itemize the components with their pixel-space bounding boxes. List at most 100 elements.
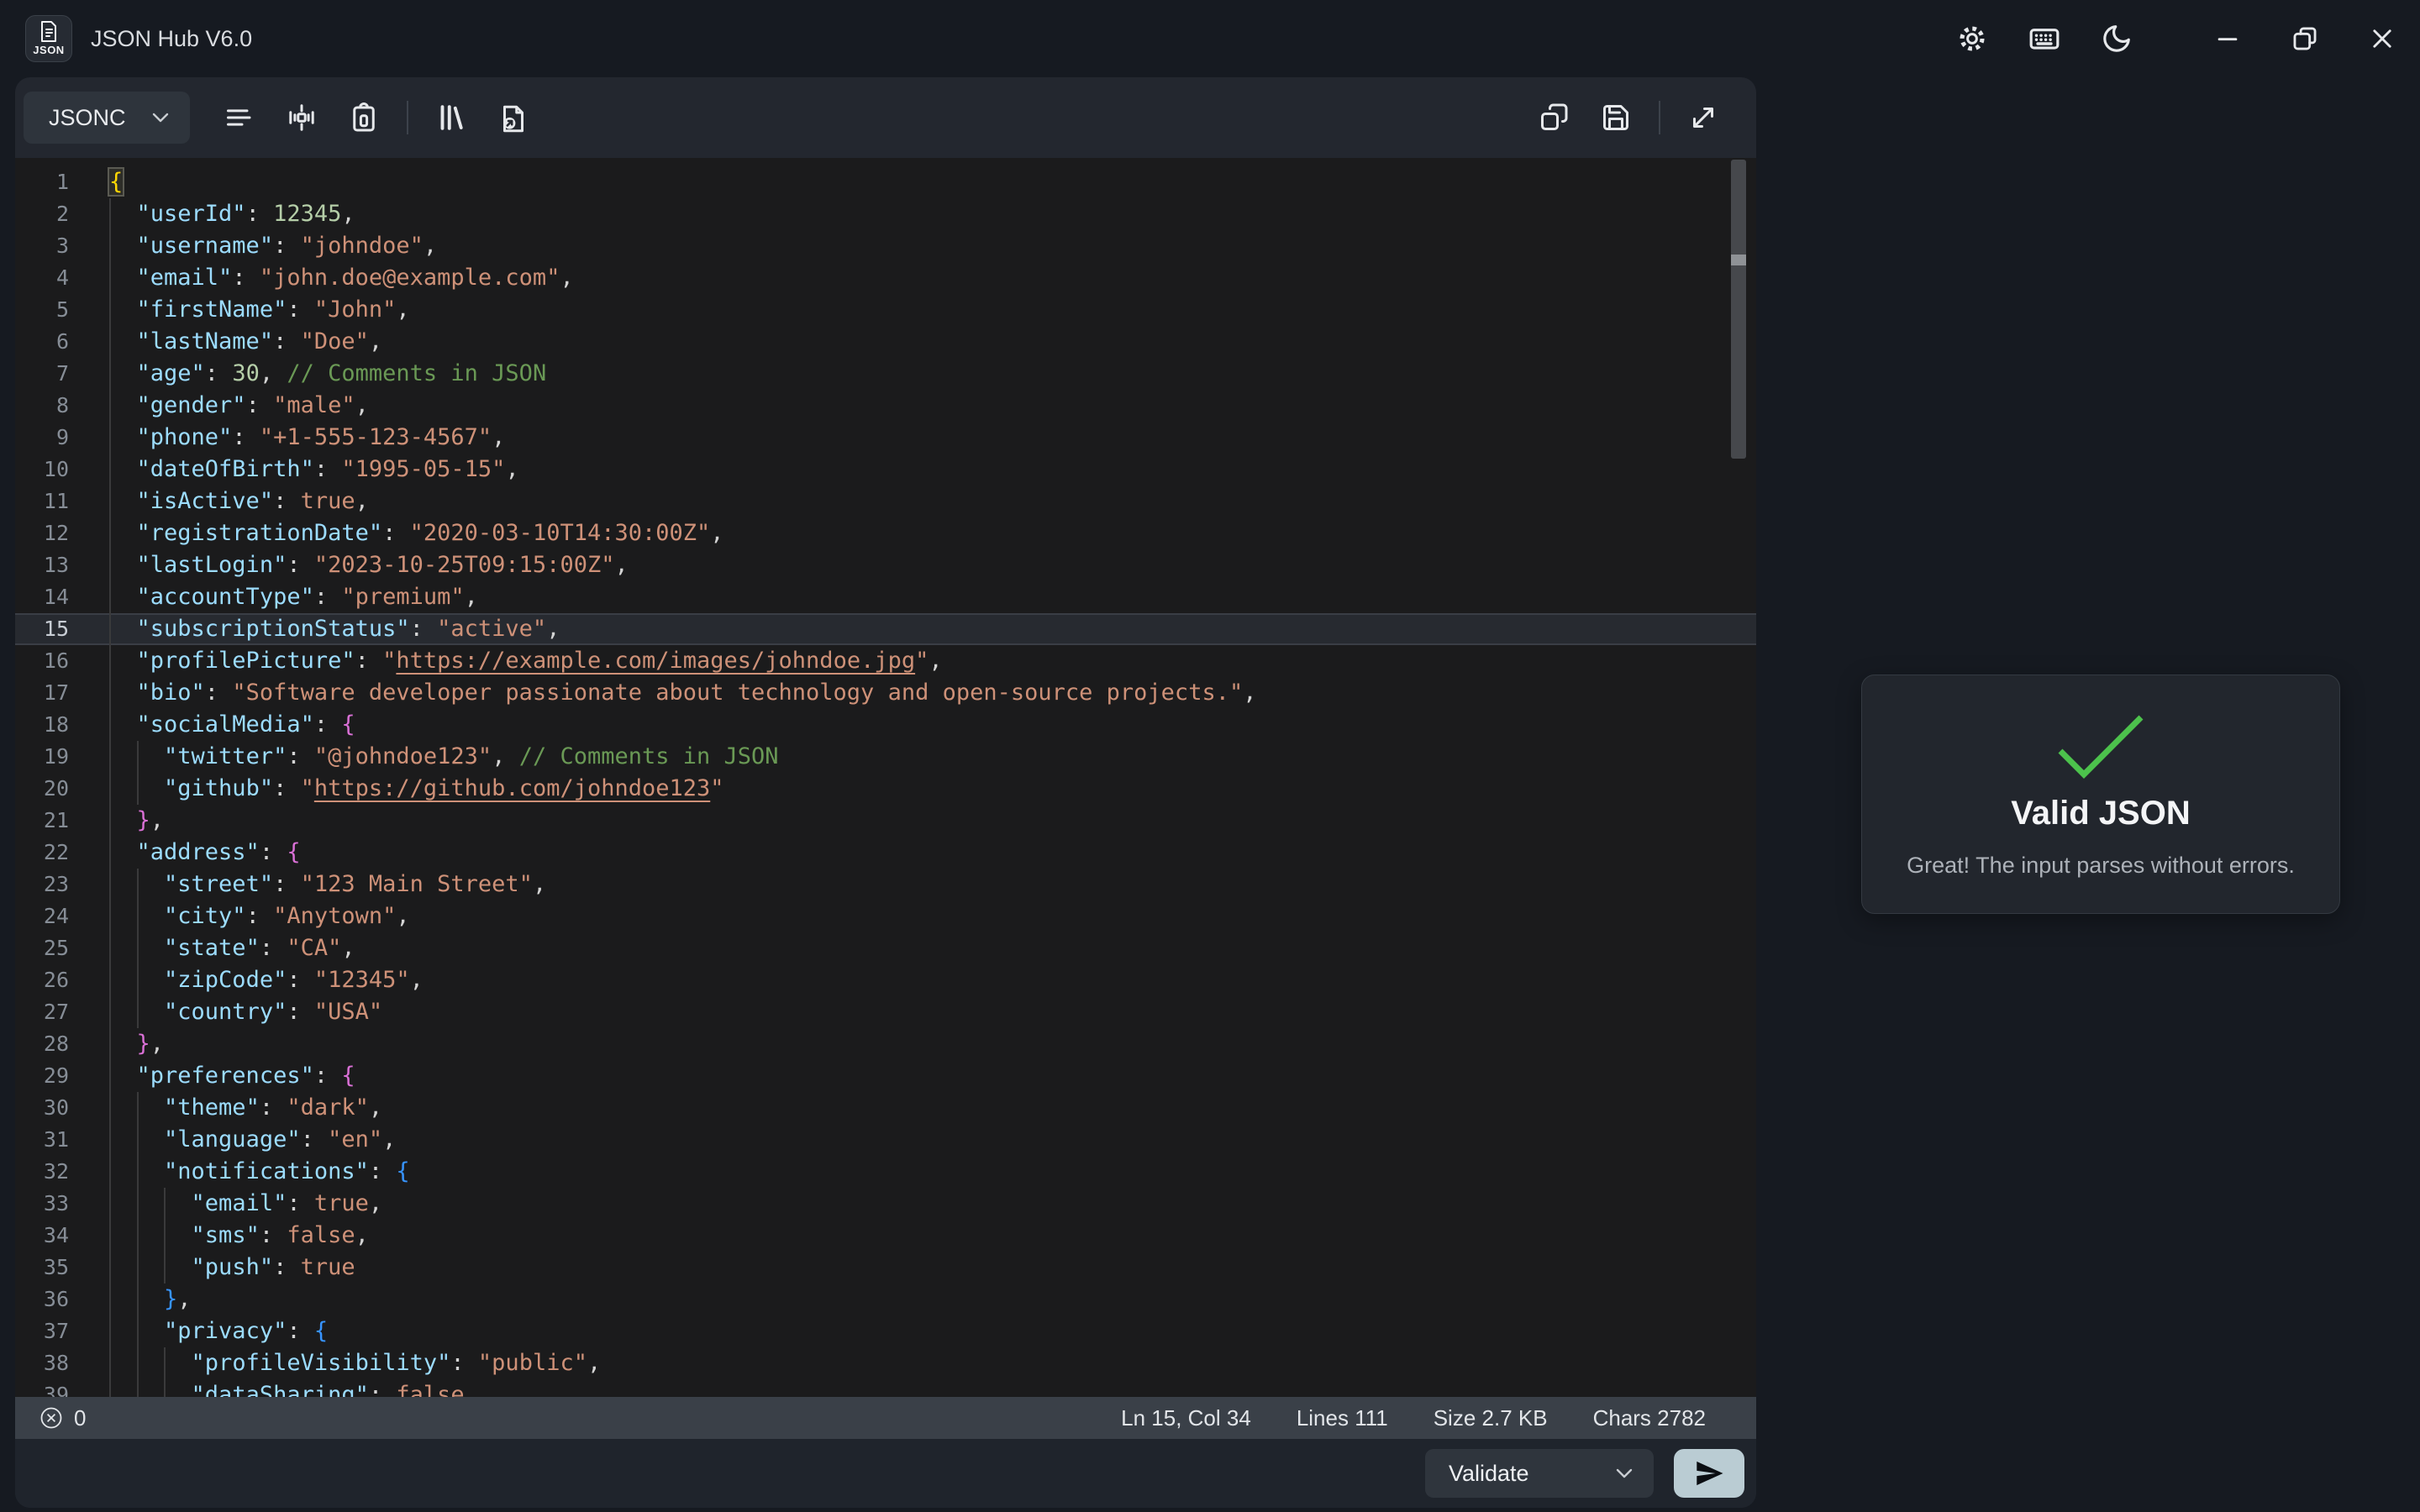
line-number: 9 (15, 422, 87, 454)
line-number: 18 (15, 709, 87, 741)
theme-toggle-button[interactable] (2092, 14, 2141, 63)
scrollbar-thumb[interactable] (1731, 160, 1746, 459)
code-line[interactable]: 2 "userId": 12345, (15, 198, 1756, 230)
line-content: }, (87, 1284, 192, 1315)
code-line[interactable]: 23 "street": "123 Main Street", (15, 869, 1756, 900)
code-line[interactable]: 14 "accountType": "premium", (15, 581, 1756, 613)
code-line[interactable]: 36 }, (15, 1284, 1756, 1315)
line-content: "push": true (87, 1252, 355, 1284)
close-button[interactable] (2358, 14, 2407, 63)
line-number: 11 (15, 486, 87, 517)
run-action-button[interactable] (1674, 1449, 1744, 1498)
indent-guide (109, 741, 111, 773)
code-line[interactable]: 21 }, (15, 805, 1756, 837)
indent-guide (109, 1252, 111, 1284)
line-number: 24 (15, 900, 87, 932)
expand-icon (1688, 102, 1718, 133)
code-line[interactable]: 35 "push": true (15, 1252, 1756, 1284)
save-button[interactable] (1591, 93, 1640, 142)
code-line[interactable]: 1{ (15, 166, 1756, 198)
line-number: 4 (15, 262, 87, 294)
line-number: 16 (15, 645, 87, 677)
code-line[interactable]: 27 "country": "USA" (15, 996, 1756, 1028)
code-line[interactable]: 37 "privacy": { (15, 1315, 1756, 1347)
export-file-button[interactable] (489, 93, 538, 142)
code-line[interactable]: 29 "preferences": { (15, 1060, 1756, 1092)
indent-guide (109, 581, 111, 613)
library-columns-icon (436, 102, 466, 133)
toolbar-separator (1659, 101, 1660, 134)
code-line[interactable]: 7 "age": 30, // Comments in JSON (15, 358, 1756, 390)
keyboard-button[interactable] (2020, 14, 2069, 63)
copy-button[interactable] (1529, 93, 1578, 142)
code-line[interactable]: 28 }, (15, 1028, 1756, 1060)
indent-guide (109, 1028, 111, 1060)
indent-guide (164, 1252, 166, 1284)
action-select[interactable]: Validate (1425, 1449, 1654, 1498)
maximize-button[interactable] (2281, 14, 2329, 63)
code-line[interactable]: 19 "twitter": "@johndoe123", // Comments… (15, 741, 1756, 773)
expand-button[interactable] (1679, 93, 1728, 142)
code-line[interactable]: 34 "sms": false, (15, 1220, 1756, 1252)
minimize-button[interactable] (2203, 14, 2252, 63)
code-line[interactable]: 31 "language": "en", (15, 1124, 1756, 1156)
line-content: "preferences": { (87, 1060, 355, 1092)
settings-button[interactable] (1948, 14, 1996, 63)
code-line[interactable]: 8 "gender": "male", (15, 390, 1756, 422)
code-editor[interactable]: 1{2 "userId": 12345,3 "username": "johnd… (15, 158, 1756, 1439)
code-line[interactable]: 20 "github": "https://github.com/johndoe… (15, 773, 1756, 805)
code-line[interactable]: 13 "lastLogin": "2023-10-25T09:15:00Z", (15, 549, 1756, 581)
line-content: "twitter": "@johndoe123", // Comments in… (87, 741, 779, 773)
line-number: 28 (15, 1028, 87, 1060)
format-button[interactable] (215, 93, 264, 142)
code-line[interactable]: 32 "notifications": { (15, 1156, 1756, 1188)
library-button[interactable] (427, 93, 476, 142)
code-line[interactable]: 30 "theme": "dark", (15, 1092, 1756, 1124)
code-line[interactable]: 3 "username": "johndoe", (15, 230, 1756, 262)
indent-guide (109, 326, 111, 358)
code-line[interactable]: 26 "zipCode": "12345", (15, 964, 1756, 996)
code-line[interactable]: 18 "socialMedia": { (15, 709, 1756, 741)
minimize-icon (2213, 24, 2242, 53)
export-file-icon (498, 102, 529, 133)
code-line[interactable]: 33 "email": true, (15, 1188, 1756, 1220)
indent-guide (109, 869, 111, 900)
line-content: "dataSharing": false (87, 1379, 465, 1397)
code-line[interactable]: 17 "bio": "Software developer passionate… (15, 677, 1756, 709)
code-line[interactable]: 38 "profileVisibility": "public", (15, 1347, 1756, 1379)
line-content: "accountType": "premium", (87, 581, 478, 613)
code-line[interactable]: 6 "lastName": "Doe", (15, 326, 1756, 358)
indent-guide (109, 198, 111, 230)
line-number: 20 (15, 773, 87, 805)
code-line[interactable]: 39 "dataSharing": false (15, 1379, 1756, 1397)
code-line[interactable]: 10 "dateOfBirth": "1995-05-15", (15, 454, 1756, 486)
code-line[interactable]: 11 "isActive": true, (15, 486, 1756, 517)
line-content: "phone": "+1-555-123-4567", (87, 422, 505, 454)
indent-guide (109, 613, 111, 645)
code-area[interactable]: 1{2 "userId": 12345,3 "username": "johnd… (15, 158, 1756, 1397)
line-number: 33 (15, 1188, 87, 1220)
minify-button[interactable] (277, 93, 326, 142)
code-line[interactable]: 4 "email": "john.doe@example.com", (15, 262, 1756, 294)
indent-guide (109, 900, 111, 932)
code-line[interactable]: 5 "firstName": "John", (15, 294, 1756, 326)
error-count: 0 (74, 1405, 86, 1431)
moon-icon (2101, 23, 2133, 55)
indent-guide (109, 454, 111, 486)
code-line[interactable]: 12 "registrationDate": "2020-03-10T14:30… (15, 517, 1756, 549)
code-line[interactable]: 16 "profilePicture": "https://example.co… (15, 645, 1756, 677)
code-line[interactable]: 9 "phone": "+1-555-123-4567", (15, 422, 1756, 454)
code-line[interactable]: 25 "state": "CA", (15, 932, 1756, 964)
line-content: "sms": false, (87, 1220, 369, 1252)
paste-button[interactable] (339, 93, 388, 142)
result-title: Valid JSON (2011, 795, 2190, 832)
code-line[interactable]: 15 "subscriptionStatus": "active", (15, 613, 1756, 645)
gear-icon (1957, 24, 1987, 54)
code-line[interactable]: 22 "address": { (15, 837, 1756, 869)
line-number: 34 (15, 1220, 87, 1252)
code-line[interactable]: 24 "city": "Anytown", (15, 900, 1756, 932)
app-title: JSON Hub V6.0 (91, 26, 252, 52)
language-select[interactable]: JSONC (24, 92, 190, 144)
indent-guide (109, 837, 111, 869)
line-number: 31 (15, 1124, 87, 1156)
